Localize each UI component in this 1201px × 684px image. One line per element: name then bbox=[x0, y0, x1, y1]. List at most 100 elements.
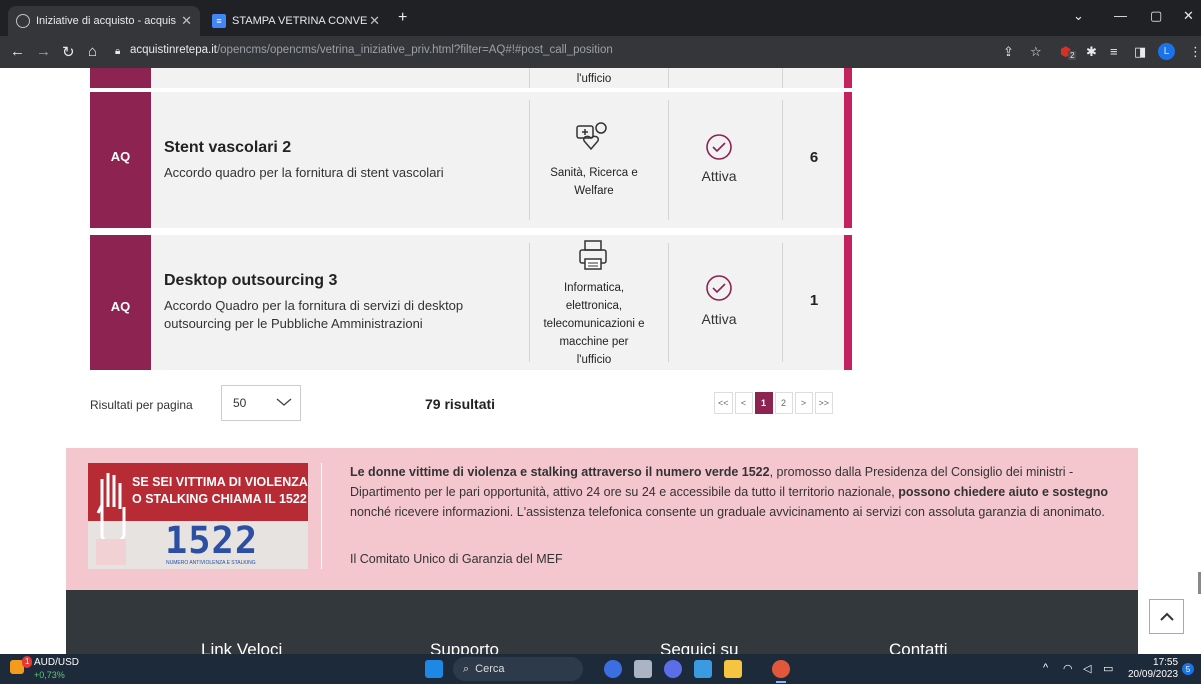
printer-icon bbox=[579, 240, 607, 270]
battery-icon[interactable]: ▭ bbox=[1103, 662, 1113, 675]
active-app-indicator bbox=[776, 681, 786, 683]
task-view-icon[interactable] bbox=[634, 660, 652, 678]
row-accent-bar bbox=[844, 68, 852, 88]
rpp-value: 50 bbox=[233, 396, 247, 410]
volume-icon[interactable]: ◁ bbox=[1083, 662, 1091, 675]
minimize-button[interactable]: — bbox=[1114, 8, 1127, 23]
column-divider bbox=[782, 243, 783, 362]
ext-badge: 2 bbox=[1068, 51, 1077, 60]
widget-badge: 1 bbox=[22, 656, 33, 668]
url-path: /opencms/opencms/vetrina_iniziative_priv… bbox=[216, 44, 613, 56]
category-label: Sanità, Ricerca e Welfare bbox=[530, 164, 658, 200]
notification-badge[interactable]: 5 bbox=[1182, 663, 1194, 675]
docs-icon: ≡ bbox=[212, 14, 226, 28]
chrome-icon[interactable] bbox=[772, 660, 790, 678]
store-icon[interactable] bbox=[694, 660, 712, 678]
address-bar-row: ← → ↻ ⌂ 🔒︎ acquistinretepa.it/opencms/op… bbox=[0, 36, 1201, 68]
column-divider bbox=[529, 100, 530, 220]
menu-icon[interactable]: ⋮ bbox=[1189, 44, 1201, 60]
clock-time: 17:55 bbox=[1153, 657, 1179, 668]
close-tab-icon[interactable]: ✕ bbox=[369, 13, 380, 29]
file-explorer-icon[interactable] bbox=[724, 660, 742, 678]
share-icon[interactable]: ⇪ bbox=[1003, 44, 1014, 60]
back-to-top-button[interactable] bbox=[1149, 599, 1184, 634]
antiviolence-poster[interactable]: SE SEI VITTIMA DI VIOLENZA O STALKING CH… bbox=[88, 463, 308, 569]
bookmark-star-icon[interactable]: ☆ bbox=[1030, 44, 1042, 60]
page-2-button[interactable]: 2 bbox=[774, 392, 793, 414]
first-page-button[interactable]: << bbox=[714, 392, 733, 414]
initiative-title[interactable]: Stent vascolari 2 bbox=[164, 139, 291, 157]
banner-divider bbox=[321, 463, 322, 569]
row-accent-bar bbox=[844, 235, 852, 370]
extensions-icon[interactable]: ✱ bbox=[1086, 44, 1097, 60]
chevron-down-icon bbox=[276, 398, 292, 406]
os-taskbar: 1 AUD/USD +0,73% ⌕ Cerca ^ ◠ ◁ ▭ 17:55 2… bbox=[0, 654, 1201, 684]
reload-icon[interactable]: ↻ bbox=[62, 43, 75, 61]
status-label: Attiva bbox=[701, 168, 737, 184]
close-tab-icon[interactable]: ✕ bbox=[181, 13, 192, 29]
footer-heading-seguici: Seguici su bbox=[660, 640, 739, 654]
banner-text-bold: Le donne vittime di violenza e stalking … bbox=[350, 465, 770, 479]
description-line: outsourcing per le Pubbliche Amministraz… bbox=[164, 316, 423, 331]
table-row[interactable]: AQ Stent vascolari 2 Accordo quadro per … bbox=[90, 92, 852, 228]
tab-iniziative[interactable]: Iniziative di acquisto - acquistinr ✕ bbox=[8, 6, 200, 36]
windows-start-icon[interactable] bbox=[425, 660, 443, 678]
table-row[interactable]: AQ Desktop outsourcing 3 Accordo Quadro … bbox=[90, 235, 852, 370]
browser-tab-bar: Iniziative di acquisto - acquistinr ✕ ≡ … bbox=[0, 0, 1201, 36]
banner-text-bold: possono chiedere aiuto e sostegno bbox=[898, 485, 1108, 499]
side-panel-icon[interactable]: ◨ bbox=[1134, 44, 1146, 60]
column-divider bbox=[668, 100, 669, 220]
type-badge: AQ bbox=[110, 149, 131, 164]
restore-button[interactable]: ▢ bbox=[1150, 8, 1162, 24]
page-1-button[interactable]: 1 bbox=[754, 392, 773, 414]
banner-text-body: nonché ricevere informazioni. L'assisten… bbox=[350, 505, 1105, 519]
close-window-button[interactable]: ✕ bbox=[1183, 8, 1194, 24]
url-host: acquistinretepa.it bbox=[130, 44, 217, 56]
initiative-description: Accordo Quadro per la fornitura di servi… bbox=[164, 297, 463, 333]
tab-label: Iniziative di acquisto - acquistinr bbox=[36, 15, 176, 27]
column-divider bbox=[668, 68, 669, 88]
chevron-up-icon bbox=[1159, 612, 1174, 621]
reading-list-icon[interactable]: ≡ bbox=[1110, 44, 1118, 59]
footer-heading-contatti: Contatti bbox=[889, 640, 948, 654]
prev-page-button[interactable]: < bbox=[734, 392, 753, 414]
initiative-title[interactable]: Desktop outsourcing 3 bbox=[164, 272, 337, 290]
taskbar-search[interactable]: ⌕ Cerca bbox=[453, 657, 583, 681]
back-icon[interactable]: ← bbox=[10, 43, 25, 60]
pagination-bar: Risultati per pagina 50 79 risultati << … bbox=[0, 384, 1201, 424]
category-line: Informatica, bbox=[563, 282, 625, 294]
category-line: elettronica, bbox=[565, 300, 623, 312]
column-divider bbox=[668, 243, 669, 362]
results-per-page-select[interactable]: 50 bbox=[221, 385, 301, 421]
category-line: Sanità, Ricerca e bbox=[550, 167, 638, 179]
stock-widget[interactable]: 1 AUD/USD +0,73% bbox=[10, 656, 79, 681]
next-page-button[interactable]: > bbox=[794, 392, 813, 414]
page-viewport: l'ufficio AQ Stent vascolari 2 Accordo q… bbox=[0, 68, 1201, 654]
type-badge: AQ bbox=[110, 299, 131, 314]
last-page-button[interactable]: >> bbox=[814, 392, 834, 414]
system-clock[interactable]: 17:55 20/09/2023 bbox=[1128, 657, 1178, 681]
profile-avatar[interactable]: L bbox=[1158, 43, 1175, 60]
poster-caption: NUMERO ANTIVIOLENZA E STALKING bbox=[166, 560, 256, 566]
category-label: l'ufficio bbox=[576, 73, 612, 85]
footer-heading-link-veloci: Link Veloci bbox=[201, 640, 283, 654]
aq-bar bbox=[90, 68, 151, 88]
tab-stampa[interactable]: ≡ STAMPA VETRINA CONVENZION ✕ bbox=[204, 6, 388, 36]
search-icon: ⌕ bbox=[463, 662, 470, 675]
clock-date: 20/09/2023 bbox=[1128, 669, 1179, 680]
wifi-icon[interactable]: ◠ bbox=[1063, 662, 1073, 675]
chat-icon[interactable] bbox=[664, 660, 682, 678]
poster-line: O STALKING CHIAMA IL 1522 bbox=[132, 492, 307, 506]
tab-search-icon[interactable]: ⌄ bbox=[1073, 8, 1084, 24]
category-label: Informatica, elettronica, telecomunicazi… bbox=[530, 279, 658, 369]
new-tab-button[interactable]: + bbox=[398, 9, 407, 27]
page-navigator: << < 1 2 > >> bbox=[714, 392, 834, 414]
url-field[interactable]: acquistinretepa.it/opencms/opencms/vetri… bbox=[130, 44, 613, 56]
tray-chevron-icon[interactable]: ^ bbox=[1043, 662, 1048, 674]
copilot-icon[interactable] bbox=[604, 660, 622, 678]
count-value: 6 bbox=[809, 149, 819, 166]
home-icon[interactable]: ⌂ bbox=[88, 43, 97, 60]
category-line: macchine per bbox=[559, 336, 629, 348]
results-count: 79 risultati bbox=[425, 396, 496, 412]
forward-icon[interactable]: → bbox=[36, 43, 51, 60]
